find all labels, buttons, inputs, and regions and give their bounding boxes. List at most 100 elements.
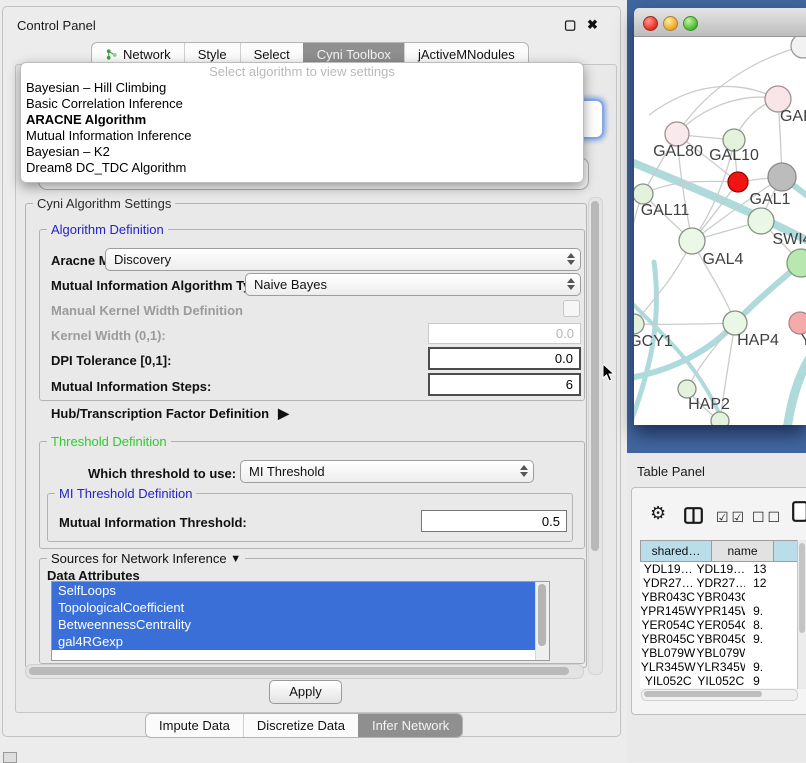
- manual-kernel-checkbox[interactable]: [563, 300, 580, 317]
- table-cell: 9.: [745, 660, 797, 674]
- list-vertical-scrollbar[interactable]: [535, 582, 549, 660]
- table-row[interactable]: YPR145WYPR145W9.: [640, 604, 797, 618]
- gear-icon[interactable]: ⚙: [650, 503, 666, 524]
- aracne-mode-value: Discovery: [114, 252, 171, 267]
- table-row[interactable]: YDL19…YDL19…13: [640, 562, 797, 576]
- sources-expander[interactable]: Sources for Network Inference ▼: [47, 551, 245, 566]
- which-threshold-select[interactable]: MI Threshold: [240, 460, 534, 483]
- table-row[interactable]: YBR045CYBR045C9.: [640, 632, 797, 646]
- network-node-label: GAL10: [709, 147, 759, 164]
- dropdown-item-dream8-dc-tdc-algorithm[interactable]: Dream8 DC_TDC Algorithm: [21, 160, 583, 176]
- network-node-gcy1[interactable]: [634, 314, 644, 334]
- dpi-tolerance-field[interactable]: 0.0: [428, 347, 581, 370]
- tab-impute-data[interactable]: Impute Data: [146, 714, 243, 737]
- table-cell: YBR045C: [640, 632, 696, 646]
- window-title-bar[interactable]: [634, 8, 806, 37]
- settings-vertical-scrollbar[interactable]: [588, 197, 603, 675]
- network-view-window: GALGAL80GAL10GAL1GAL11SWI4GAL4GCY1HAP4YH…: [634, 8, 806, 425]
- resize-grip[interactable]: [3, 752, 17, 763]
- table-panel-title: Table Panel: [637, 464, 705, 479]
- table-row[interactable]: YDR27…YDR27…12: [640, 576, 797, 590]
- kernel-width-field[interactable]: 0.0: [428, 323, 581, 344]
- table-horizontal-scrollbar[interactable]: [641, 689, 798, 701]
- hub-definition-expander[interactable]: Hub/Transcription Factor Definition ▶: [51, 405, 289, 422]
- attribute-item-topologicalcoefficient[interactable]: TopologicalCoefficient: [52, 599, 542, 616]
- attribute-item-selfloops[interactable]: SelfLoops: [52, 582, 542, 599]
- table-cell: YLR345W: [696, 660, 745, 674]
- tab-infer-network[interactable]: Infer Network: [358, 714, 462, 737]
- table-vertical-scrollbar[interactable]: [797, 540, 806, 689]
- dropdown-item-mutual-information-inference[interactable]: Mutual Information Inference: [21, 128, 583, 144]
- table-cell: YLR345W: [640, 660, 696, 674]
- aracne-mode-select[interactable]: Discovery: [105, 248, 581, 271]
- attribute-item-betweennesscentrality[interactable]: BetweennessCentrality: [52, 616, 542, 633]
- mi-type-value: Naive Bayes: [254, 277, 327, 292]
- mi-type-select[interactable]: Naive Bayes: [245, 273, 581, 296]
- close-button[interactable]: [643, 16, 658, 31]
- dropdown-item-aracne-algorithm[interactable]: ARACNE Algorithm: [21, 112, 583, 128]
- table-row[interactable]: YBL079WYBL079W: [640, 646, 797, 660]
- mi-threshold-title: MI Threshold Definition: [55, 486, 196, 501]
- network-node-label: GAL: [780, 108, 806, 125]
- network-node-gal4[interactable]: [679, 228, 705, 254]
- network-node-gal11[interactable]: [634, 184, 653, 204]
- table-row[interactable]: YER054CYER054C8.: [640, 618, 797, 632]
- table-row[interactable]: YBR043CYBR043C: [640, 590, 797, 604]
- table-cell: YPR145W: [640, 604, 696, 618]
- mouse-cursor: [602, 364, 615, 383]
- zoom-button[interactable]: [683, 16, 698, 31]
- mi-threshold-field[interactable]: 0.5: [421, 510, 567, 532]
- network-node-gal1[interactable]: [748, 208, 774, 234]
- minimize-button[interactable]: [663, 16, 678, 31]
- tab-discretize-data[interactable]: Discretize Data: [243, 714, 358, 737]
- dpi-tolerance-label: DPI Tolerance [0,1]:: [51, 353, 171, 368]
- network-node-label: GAL1: [750, 191, 791, 208]
- attribute-item-gal4rgexp[interactable]: gal4RGexp: [52, 633, 542, 650]
- network-node[interactable]: [728, 172, 748, 192]
- algorithm-dropdown-popup: Select algorithm to view settings Bayesi…: [20, 62, 584, 183]
- page-icon[interactable]: [792, 501, 806, 522]
- network-node-label: GAL4: [703, 251, 744, 268]
- spinner-icon: [567, 278, 575, 290]
- table-cell: YER054C: [640, 618, 696, 632]
- table-row[interactable]: YIL052CYIL052C9: [640, 674, 797, 688]
- split-columns-icon[interactable]: [684, 507, 703, 524]
- table-cell: YBL079W: [696, 646, 745, 660]
- dropdown-item-bayesian-hill-climbing[interactable]: Bayesian – Hill Climbing: [21, 80, 583, 96]
- network-icon: [105, 48, 118, 61]
- mi-steps-field[interactable]: 6: [428, 373, 581, 396]
- control-panel-window: Control Panel ▢ ✖ NetworkStyleSelectCyni…: [2, 6, 621, 737]
- table-cell: YDL19…: [640, 562, 696, 576]
- settings-group-title: Cyni Algorithm Settings: [33, 196, 175, 211]
- dropdown-item-bayesian-k2[interactable]: Bayesian – K2: [21, 144, 583, 160]
- data-attributes-list[interactable]: SelfLoopsTopologicalCoefficientBetweenne…: [51, 581, 550, 661]
- mi-threshold-label: Mutual Information Threshold:: [59, 515, 247, 530]
- network-node[interactable]: [768, 163, 796, 191]
- float-panel-icon[interactable]: ▢: [564, 17, 576, 33]
- unchecked-columns-icon[interactable]: ☐☐: [752, 509, 783, 526]
- spinner-icon: [520, 465, 528, 477]
- network-node-y[interactable]: [789, 312, 806, 334]
- column-header-name[interactable]: name: [712, 540, 774, 562]
- network-node-label: HAP2: [688, 396, 730, 413]
- network-node[interactable]: [711, 412, 729, 425]
- network-node-label: SWI4: [772, 231, 806, 248]
- dropdown-item-basic-correlation-inference[interactable]: Basic Correlation Inference: [21, 96, 583, 112]
- network-node-label: Y: [801, 332, 806, 349]
- table-cell: 9: [745, 674, 797, 688]
- checked-columns-icon[interactable]: ☑☑: [716, 509, 747, 526]
- column-header-shared[interactable]: shared…: [640, 540, 712, 562]
- close-panel-icon[interactable]: ✖: [587, 17, 598, 33]
- threshold-definition-title: Threshold Definition: [47, 434, 171, 449]
- table-row[interactable]: YLR345WYLR345W9.: [640, 660, 797, 674]
- network-node-label: GAL11: [641, 202, 690, 219]
- algorithm-definition-title: Algorithm Definition: [47, 222, 168, 237]
- network-canvas[interactable]: GALGAL80GAL10GAL1GAL11SWI4GAL4GCY1HAP4YH…: [634, 37, 806, 425]
- settings-horizontal-scrollbar[interactable]: [25, 664, 584, 679]
- table-cell: [745, 590, 797, 604]
- table-cell: YPR145W: [696, 604, 745, 618]
- network-node[interactable]: [791, 37, 806, 58]
- table-cell: [745, 646, 797, 660]
- network-node-label: GAL80: [653, 143, 703, 160]
- apply-button[interactable]: Apply: [269, 680, 342, 704]
